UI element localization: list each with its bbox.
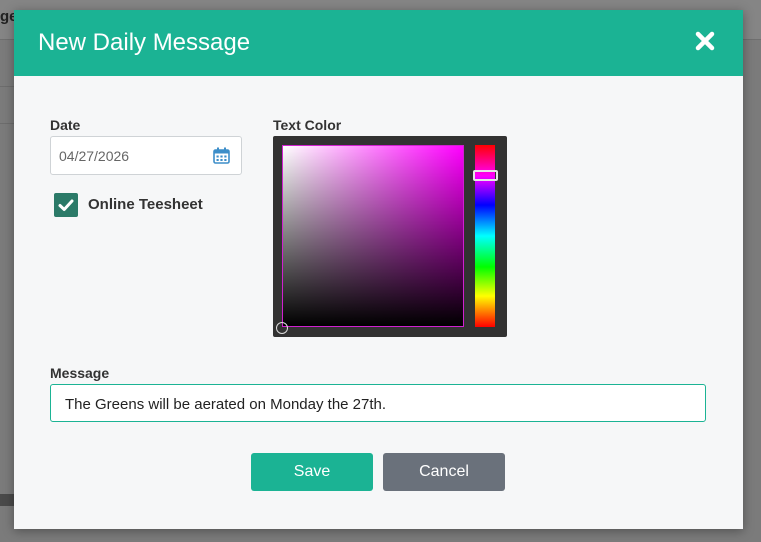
dialog-header: New Daily Message bbox=[14, 10, 743, 76]
close-button[interactable] bbox=[693, 29, 717, 53]
hue-slider-handle[interactable] bbox=[473, 170, 498, 181]
checkmark-icon bbox=[58, 199, 74, 211]
message-field[interactable] bbox=[50, 384, 706, 422]
calendar-icon[interactable] bbox=[213, 147, 230, 164]
new-daily-message-dialog: New Daily Message Date Online bbox=[14, 10, 743, 529]
background-scrollbar bbox=[0, 494, 14, 506]
close-icon bbox=[695, 31, 715, 51]
cancel-button[interactable]: Cancel bbox=[383, 453, 505, 491]
online-teesheet-checkbox[interactable] bbox=[54, 193, 78, 217]
date-field[interactable] bbox=[50, 136, 242, 175]
online-teesheet-label: Online Teesheet bbox=[88, 196, 203, 213]
dialog-title: New Daily Message bbox=[38, 29, 251, 56]
text-color-label: Text Color bbox=[273, 117, 342, 133]
color-selector-handle[interactable] bbox=[276, 322, 288, 334]
date-input[interactable] bbox=[59, 146, 199, 166]
date-label: Date bbox=[50, 117, 81, 133]
message-input[interactable] bbox=[65, 394, 685, 414]
message-label: Message bbox=[50, 365, 110, 381]
background-divider bbox=[0, 86, 14, 124]
save-button[interactable]: Save bbox=[251, 453, 373, 491]
saturation-value-area[interactable] bbox=[282, 145, 464, 327]
color-picker bbox=[273, 136, 507, 337]
